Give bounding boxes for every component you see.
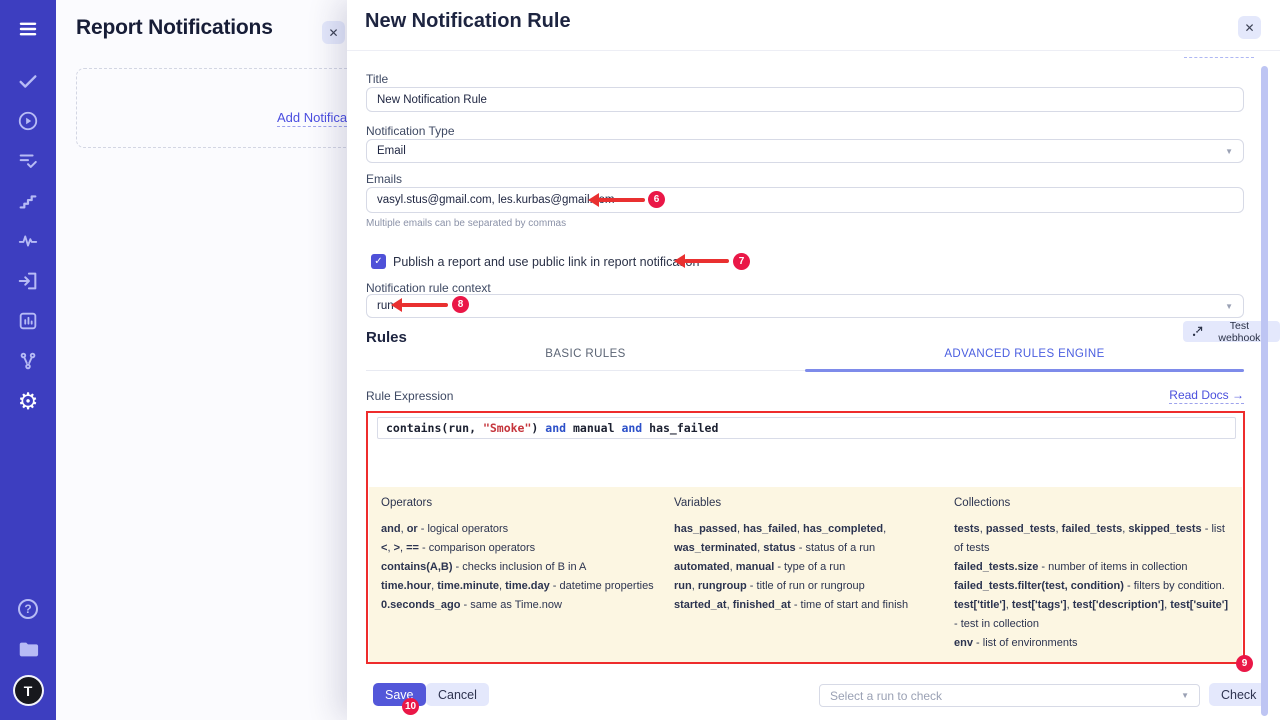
- help-column-collections: Collectionstests, passed_tests, failed_t…: [954, 497, 1230, 653]
- cancel-button[interactable]: Cancel: [426, 683, 489, 706]
- steps-icon[interactable]: [16, 189, 40, 213]
- annotation-badge-8: 8: [452, 296, 469, 313]
- app-sidebar: ⚙ ? T: [0, 0, 56, 720]
- tab-advanced-rules-engine[interactable]: ADVANCED RULES ENGINE: [805, 348, 1244, 370]
- folder-icon[interactable]: [16, 637, 40, 661]
- publish-report-checkbox[interactable]: ✓: [371, 254, 386, 269]
- help-column-variables: Variableshas_passed, has_failed, has_com…: [674, 497, 944, 615]
- modal-scrollbar[interactable]: [1261, 66, 1268, 716]
- run-to-check-select[interactable]: Select a run to check ▼: [819, 684, 1200, 707]
- modal-title: New Notification Rule: [365, 10, 571, 33]
- avatar[interactable]: T: [15, 677, 42, 704]
- list-check-icon[interactable]: [16, 149, 40, 173]
- title-input[interactable]: [366, 87, 1244, 112]
- page-title: Report Notifications: [76, 16, 273, 40]
- expression-help-panel: Operatorsand, or - logical operators<, >…: [369, 487, 1242, 662]
- chevron-down-icon: ▼: [1225, 302, 1233, 311]
- publish-report-label[interactable]: Publish a report and use public link in …: [393, 255, 699, 269]
- header-divider: [347, 50, 1280, 51]
- check-icon[interactable]: [16, 69, 40, 93]
- gear-icon[interactable]: ⚙: [16, 389, 40, 413]
- check-button[interactable]: Check: [1209, 683, 1268, 706]
- annotation-badge-6: 6: [648, 191, 665, 208]
- emails-label: Emails: [366, 172, 402, 186]
- webhook-icon: [1192, 326, 1203, 337]
- chevron-down-icon: ▼: [1225, 147, 1233, 156]
- context-select[interactable]: run ▼: [366, 294, 1244, 318]
- close-icon[interactable]: ✕: [1238, 16, 1261, 39]
- title-label: Title: [366, 72, 388, 86]
- bar-chart-icon[interactable]: [16, 309, 40, 333]
- annotation-arrow-8: [401, 303, 448, 307]
- emails-hint: Multiple emails can be separated by comm…: [366, 218, 566, 229]
- close-icon[interactable]: ✕: [322, 21, 345, 44]
- annotation-badge-7: 7: [733, 253, 750, 270]
- branch-icon[interactable]: [16, 349, 40, 373]
- notification-type-value: Email: [377, 145, 406, 157]
- help-icon[interactable]: ?: [16, 597, 40, 621]
- annotation-arrow-6: [598, 198, 645, 202]
- emails-input[interactable]: [366, 187, 1244, 213]
- menu-icon[interactable]: [16, 17, 40, 41]
- tab-basic-rules[interactable]: BASIC RULES: [366, 348, 805, 370]
- annotation-badge-10: 10: [402, 698, 419, 715]
- rule-expression-code[interactable]: contains(run, "Smoke") and manual and ha…: [377, 417, 1236, 439]
- annotation-badge-9: 9: [1236, 655, 1253, 672]
- new-notification-rule-modal: New Notification Rule ✕ Title Notificati…: [347, 0, 1280, 720]
- dashed-link-stub: [1184, 57, 1254, 58]
- context-label: Notification rule context: [366, 281, 491, 295]
- rule-expression-label: Rule Expression: [366, 389, 453, 403]
- pulse-icon[interactable]: [16, 229, 40, 253]
- run-to-check-placeholder: Select a run to check: [830, 689, 942, 703]
- help-column-operators: Operatorsand, or - logical operators<, >…: [381, 497, 659, 615]
- read-docs-link[interactable]: Read Docs →: [1169, 388, 1244, 404]
- notification-type-label: Notification Type: [366, 124, 455, 138]
- add-notification-link[interactable]: Add Notifica: [277, 110, 347, 127]
- notification-type-select[interactable]: Email ▼: [366, 139, 1244, 163]
- play-circle-icon[interactable]: [16, 109, 40, 133]
- import-icon[interactable]: [16, 269, 40, 293]
- rules-heading: Rules: [366, 329, 407, 346]
- annotation-arrow-7: [684, 259, 729, 263]
- chevron-down-icon: ▼: [1181, 691, 1189, 700]
- rules-tabs: BASIC RULES ADVANCED RULES ENGINE: [366, 348, 1244, 371]
